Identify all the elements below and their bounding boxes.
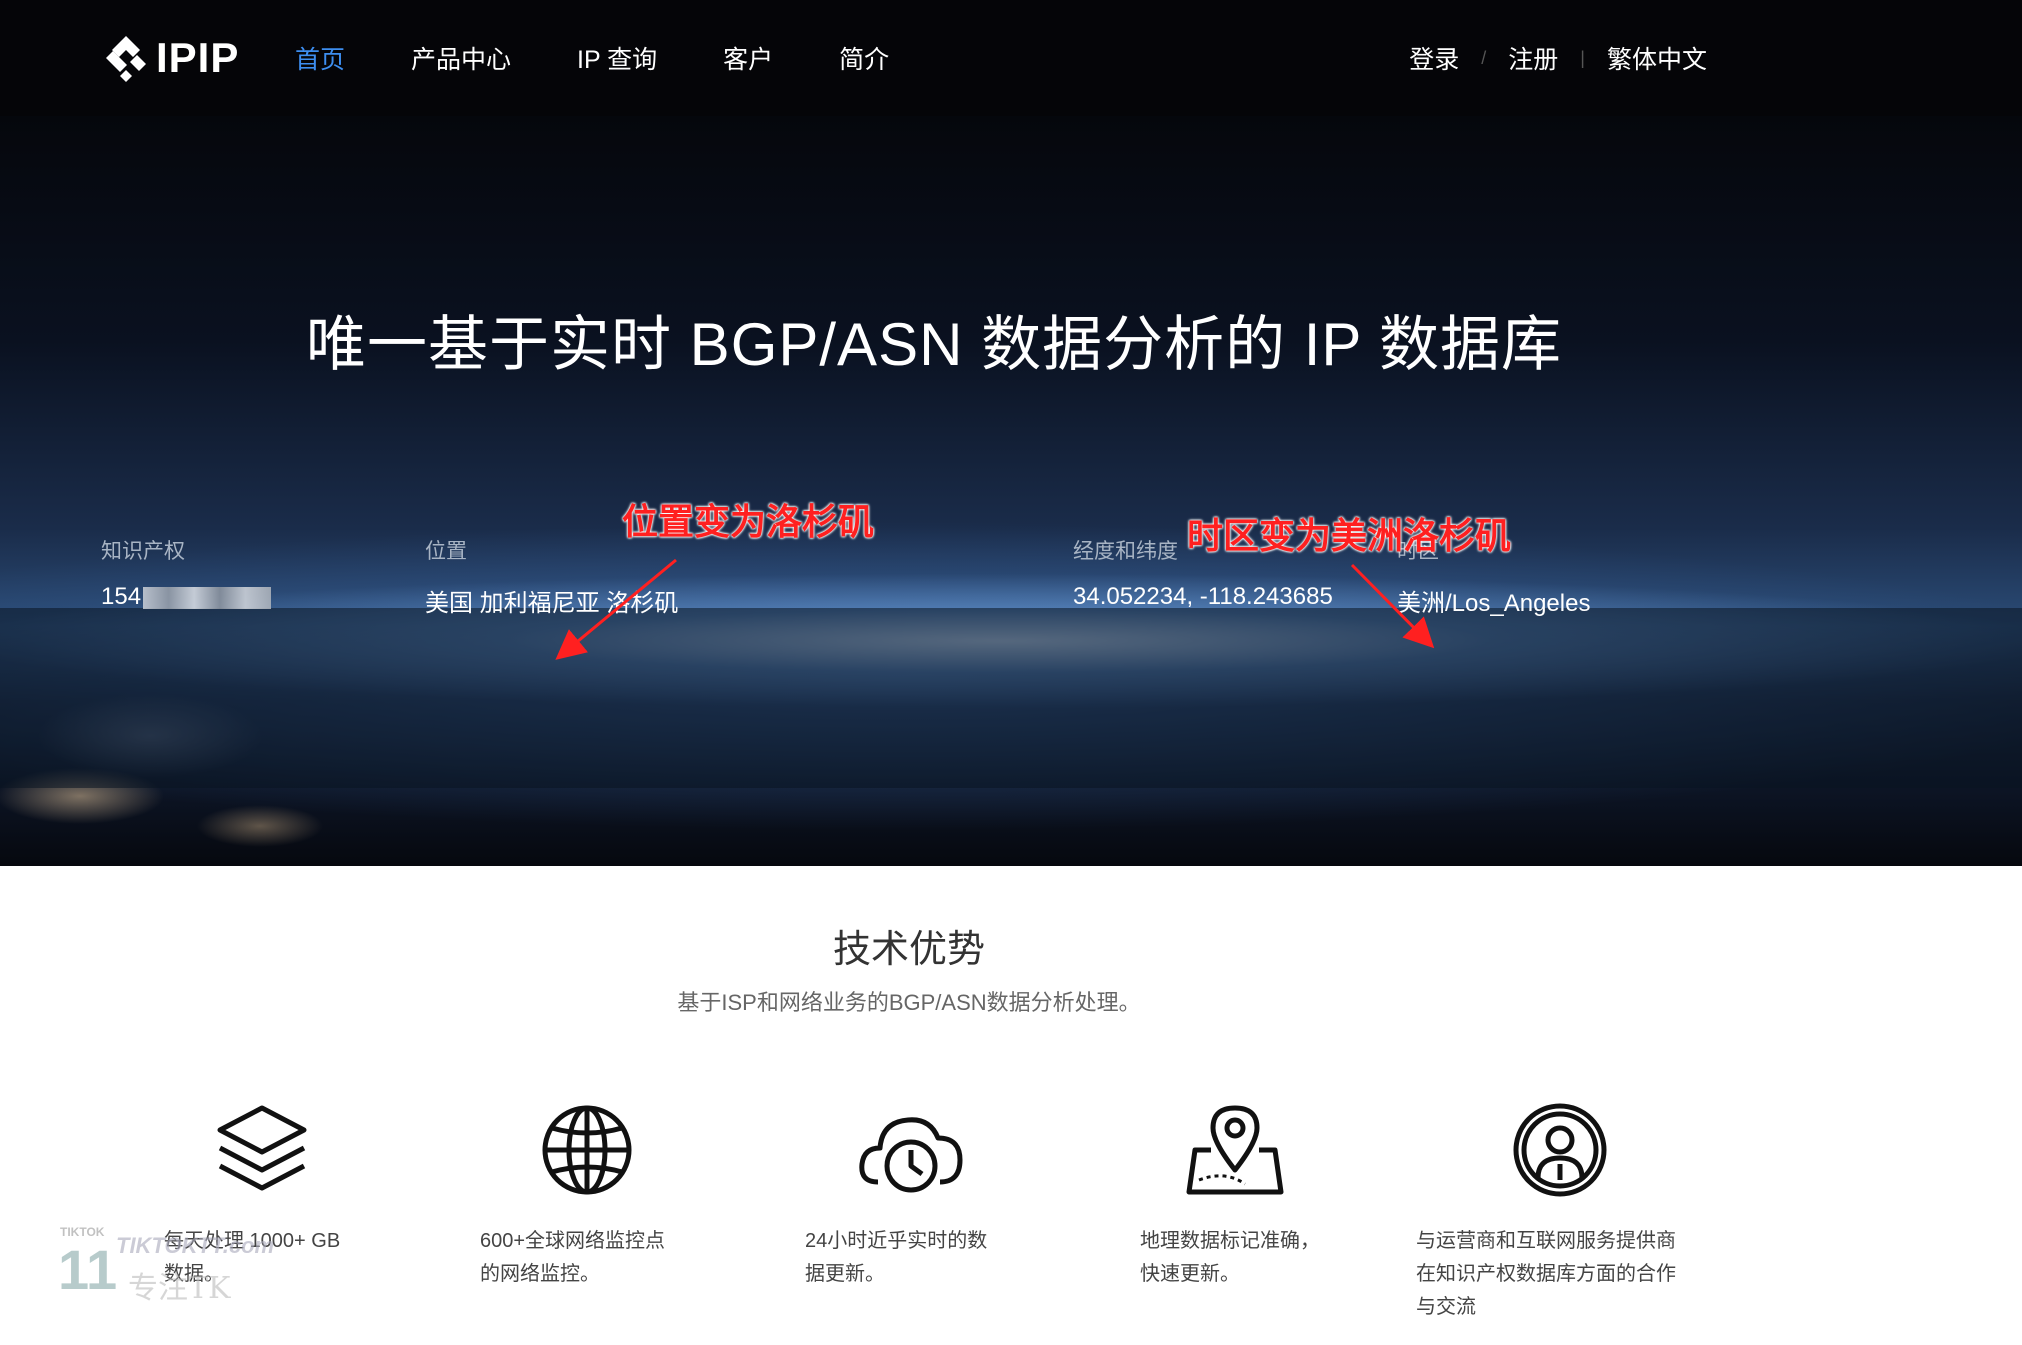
nav-customers[interactable]: 客户 [723, 40, 773, 76]
info-label: 知识产权 [101, 540, 185, 563]
feature-text: 600+全球网络监控点 的网络监控。 [480, 1230, 666, 1285]
info-value: 美洲/Los_Angeles [1397, 590, 1591, 617]
ip-info-bar [0, 608, 2022, 788]
ip-value: 154 [101, 583, 142, 610]
watermark-logo-number: 11 [58, 1238, 118, 1301]
nav-ip-lookup[interactable]: IP 查询 [577, 40, 657, 76]
feature-text: 地理数据标记准确， 快速更新。 [1140, 1230, 1320, 1285]
feature-cooperation: 与运营商和互联网服务提供商 在知识产权数据库方面的合作 与交流 [1416, 1100, 1676, 1318]
hero-title: 唯一基于实时 BGP/ASN 数据分析的 IP 数据库 [306, 311, 1563, 378]
tiktoktt-watermark: TIKTOK 11 TIKTOKTT.com 专注TK [58, 1225, 298, 1306]
watermark-site: TIKTOKTT.com [116, 1233, 275, 1258]
info-location: 位置 美国 加利福尼亚 洛杉矶 [425, 535, 678, 618]
redacted-block [143, 586, 272, 609]
feature-monitoring: 600+全球网络监控点 的网络监控。 [480, 1100, 665, 1285]
annotation-location: 位置变为洛杉矶 [622, 501, 875, 542]
map-pin-icon [1186, 1105, 1284, 1195]
feature-geodata: 地理数据标记准确， 快速更新。 [1140, 1100, 1320, 1285]
ipip-logo-icon [106, 36, 146, 82]
logo-text: IPIP [156, 34, 240, 81]
nav-about[interactable]: 简介 [839, 40, 889, 76]
nav-products[interactable]: 产品中心 [411, 40, 511, 76]
nav-separator: | [1580, 47, 1585, 68]
watermark-cn: 专注TK [128, 1271, 231, 1306]
advantages-subtitle: 基于ISP和网络业务的BGP/ASN数据分析处理。 [677, 990, 1141, 1015]
feature-text: 与运营商和互联网服务提供商 在知识产权数据库方面的合作 与交流 [1416, 1230, 1676, 1318]
feature-realtime: 24小时近乎实时的数 据更新。 [805, 1100, 987, 1285]
layers-icon [217, 1105, 307, 1191]
login-link[interactable]: 登录 [1409, 40, 1459, 76]
nav-home[interactable]: 首页 [295, 40, 345, 76]
hero-banner: 唯一基于实时 BGP/ASN 数据分析的 IP 数据库 [0, 116, 2022, 866]
globe-icon [542, 1105, 632, 1195]
account-nav: 登录 / 注册 | 繁体中文 [1409, 0, 1707, 116]
user-circle-icon [1513, 1103, 1607, 1197]
register-link[interactable]: 注册 [1508, 40, 1558, 76]
top-navbar: IPIP 首页 产品中心 IP 查询 客户 简介 登录 / 注册 | 繁体中文 [0, 0, 2022, 116]
nav-separator: / [1481, 47, 1487, 68]
cloud-clock-icon [859, 1117, 963, 1193]
info-ip: 知识产权 154 [101, 535, 272, 611]
info-value: 154 [101, 583, 272, 611]
feature-data-processing: 每天处理 1000+ GB 数据。 [164, 1100, 340, 1285]
ipip-logo[interactable]: IPIP [100, 28, 239, 88]
traditional-chinese-link[interactable]: 繁体中文 [1607, 40, 1707, 76]
feature-text: 24小时近乎实时的数 据更新。 [805, 1230, 988, 1285]
annotation-timezone: 时区变为美洲洛杉矶 [1187, 515, 1512, 556]
info-value: 34.052234, -118.243685 [1073, 583, 1333, 610]
advantages-title: 技术优势 [832, 929, 985, 971]
main-nav: 首页 产品中心 IP 查询 客户 简介 [295, 0, 955, 116]
info-value: 美国 加利福尼亚 洛杉矶 [425, 590, 679, 617]
